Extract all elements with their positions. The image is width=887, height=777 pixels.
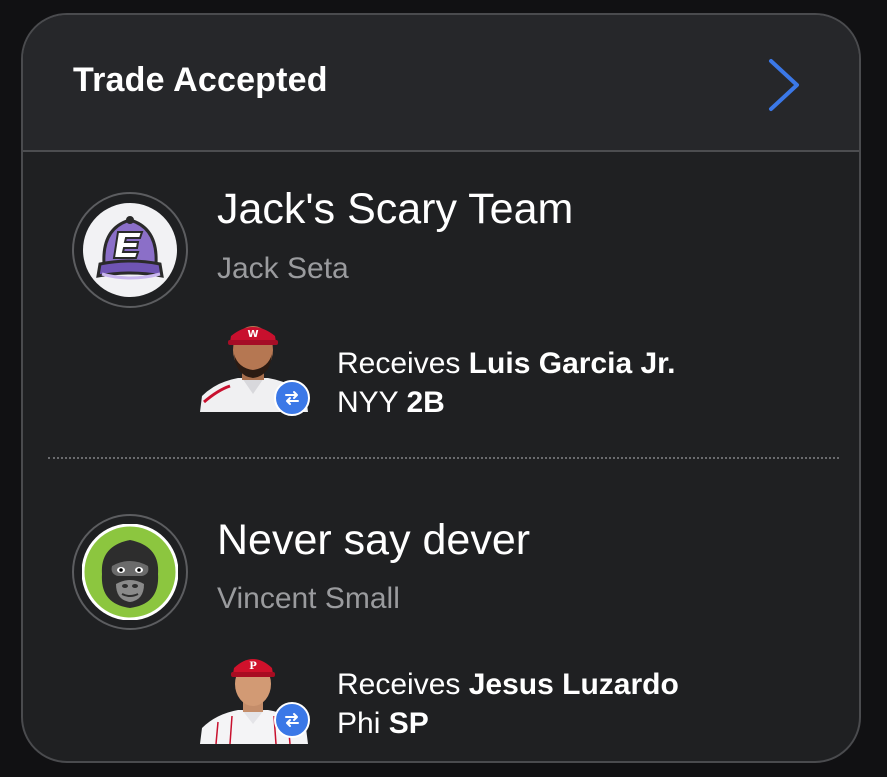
team-name[interactable]: Jack's Scary Team xyxy=(217,185,573,234)
chevron-right-icon[interactable] xyxy=(767,57,801,113)
team-divider xyxy=(48,457,839,459)
trade-header[interactable]: Trade Accepted xyxy=(23,15,859,152)
receives-label: Receives xyxy=(337,668,461,701)
player-position: 2B xyxy=(406,386,445,419)
player-position: SP xyxy=(388,707,429,740)
receives-label: Receives xyxy=(337,347,461,380)
team-owner: Vincent Small xyxy=(217,582,400,615)
team-name[interactable]: Never say dever xyxy=(217,516,530,565)
svg-text:W: W xyxy=(247,329,258,340)
team-logo-ring xyxy=(72,514,188,630)
team-block-never-say-dever: Never say dever Vincent Small P Receives… xyxy=(23,470,859,761)
gorilla-logo-icon xyxy=(82,524,178,620)
trade-title: Trade Accepted xyxy=(73,61,328,99)
player-name[interactable]: Jesus Luzardo xyxy=(469,668,679,701)
player-team-position: Phi SP xyxy=(337,707,429,741)
player-name[interactable]: Luis Garcia Jr. xyxy=(469,347,676,380)
team-owner: Jack Seta xyxy=(217,252,349,285)
purple-cap-logo-icon xyxy=(83,203,177,297)
svg-text:P: P xyxy=(249,661,257,672)
trade-swap-icon xyxy=(274,702,310,738)
player-team-abbr: Phi xyxy=(337,707,381,740)
team-block-jacks-scary-team: Jack's Scary Team Jack Seta W Receives L… xyxy=(23,152,859,458)
trade-card[interactable]: Trade Accepted Jack's Scary Team Jack Se… xyxy=(21,13,861,763)
trade-swap-icon xyxy=(274,380,310,416)
team-logo-ring xyxy=(72,192,188,308)
receives-line: Receives Jesus Luzardo xyxy=(337,668,679,702)
player-team-position: NYY 2B xyxy=(337,386,445,420)
player-team-abbr: NYY xyxy=(337,386,399,419)
receives-line: Receives Luis Garcia Jr. xyxy=(337,347,676,381)
